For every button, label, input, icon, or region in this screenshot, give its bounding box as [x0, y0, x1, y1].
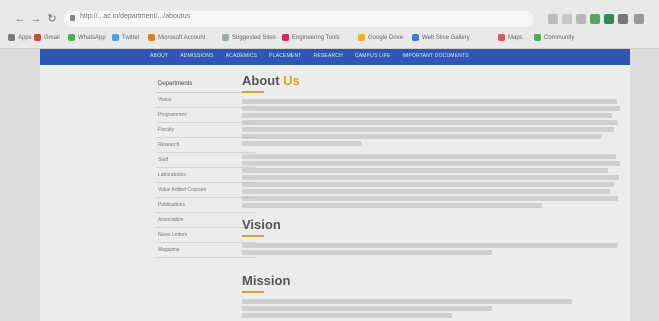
bookmark-item[interactable]: Gmail	[34, 34, 60, 41]
nav-placement[interactable]: PLACEMENT	[269, 53, 301, 59]
bookmarks-bar: Apps Gmail WhatsApp Twitter Microsoft Ac…	[0, 32, 659, 46]
whatsapp-icon	[68, 34, 75, 41]
sidebar-title: Departments	[156, 81, 256, 93]
address-row: ← → ↻ http://...ac.in/department/.../abo…	[0, 10, 659, 30]
sidebar-item-laboratories[interactable]: Laboratories	[156, 168, 256, 183]
address-bar[interactable]: http://...ac.in/department/.../aboutus	[64, 11, 534, 27]
twitter-icon	[112, 34, 119, 41]
sidebar-item-association[interactable]: Association	[156, 213, 256, 228]
share-icon[interactable]	[562, 14, 572, 24]
mission-heading: Mission	[242, 273, 291, 288]
page-body: Departments Vision Programmes Faculty Re…	[40, 65, 630, 321]
web-slice-icon	[412, 34, 419, 41]
vision-text-block	[242, 243, 622, 255]
url-text: http://...ac.in/department/.../aboutus	[80, 13, 191, 20]
nav-about[interactable]: ABOUT	[150, 53, 168, 59]
community-icon	[534, 34, 541, 41]
sidebar-item-programmes[interactable]: Programmes	[156, 108, 256, 123]
reload-icon[interactable]: ↻	[46, 13, 58, 25]
bookmark-item[interactable]: Twitter	[112, 34, 140, 41]
mission-underline	[242, 291, 264, 293]
gmail-icon	[34, 34, 41, 41]
browser-chrome: ← → ↻ http://...ac.in/department/.../abo…	[0, 0, 659, 49]
about-text-block	[242, 99, 622, 208]
vision-underline	[242, 235, 264, 237]
extension-green-icon[interactable]	[590, 14, 600, 24]
sidebar-item-news-letters[interactable]: News Letters	[156, 228, 256, 243]
sidebar-item-staff[interactable]: Staff	[156, 153, 256, 168]
bookmark-item[interactable]: Suggested Sites	[222, 34, 276, 41]
drive-icon	[358, 34, 365, 41]
bookmark-item[interactable]: Maps	[498, 34, 523, 41]
bookmark-item[interactable]: Web Slice Gallery	[412, 34, 470, 41]
sidebar-item-magazine[interactable]: Magazine	[156, 243, 256, 258]
bookmark-item[interactable]: WhatsApp	[68, 34, 106, 41]
back-icon[interactable]: ←	[14, 13, 26, 25]
nav-campus-life[interactable]: CAMPUS LIFE	[355, 53, 391, 59]
star-icon[interactable]	[576, 14, 586, 24]
lock-icon	[70, 15, 75, 21]
about-underline	[242, 91, 264, 93]
site-navbar: ABOUT ADMISSIONS ACADEMICS PLACEMENT RES…	[40, 49, 630, 65]
bookmark-item[interactable]: Engineering Tools	[282, 34, 340, 41]
menu-icon[interactable]	[634, 14, 644, 24]
page-icon	[282, 34, 289, 41]
vision-heading: Vision	[242, 217, 281, 232]
extension-teal-icon[interactable]	[604, 14, 614, 24]
nav-documents[interactable]: IMPORTANT DOCUMENTS	[402, 53, 468, 59]
page-icon	[222, 34, 229, 41]
department-sidebar: Departments Vision Programmes Faculty Re…	[156, 81, 256, 258]
maps-icon	[498, 34, 505, 41]
nav-academics[interactable]: ACADEMICS	[226, 53, 258, 59]
zoom-icon[interactable]	[548, 14, 558, 24]
bookmark-item[interactable]: Google Drive	[358, 34, 403, 41]
vision-section: Vision	[242, 217, 622, 257]
sidebar-item-vision[interactable]: Vision	[156, 93, 256, 108]
sidebar-item-publications[interactable]: Publications	[156, 198, 256, 213]
nav-research[interactable]: RESEARCH	[314, 53, 343, 59]
sidebar-item-faculty[interactable]: Faculty	[156, 123, 256, 138]
forward-icon[interactable]: →	[30, 13, 42, 25]
nav-admissions[interactable]: ADMISSIONS	[180, 53, 213, 59]
sidebar-item-value-added-courses[interactable]: Value Added Courses	[156, 183, 256, 198]
sidebar-item-research[interactable]: Research	[156, 138, 256, 153]
apps-icon	[8, 34, 15, 41]
about-section: About Us	[242, 73, 622, 210]
bookmark-item[interactable]: Microsoft Account	[148, 34, 205, 41]
microsoft-icon	[148, 34, 155, 41]
bookmark-item[interactable]: Apps	[8, 34, 32, 41]
profile-icon[interactable]	[618, 14, 628, 24]
about-heading: About Us	[242, 73, 300, 88]
bookmark-item[interactable]: Community	[534, 34, 574, 41]
mission-section: Mission	[242, 273, 622, 320]
mission-text-block	[242, 299, 622, 318]
